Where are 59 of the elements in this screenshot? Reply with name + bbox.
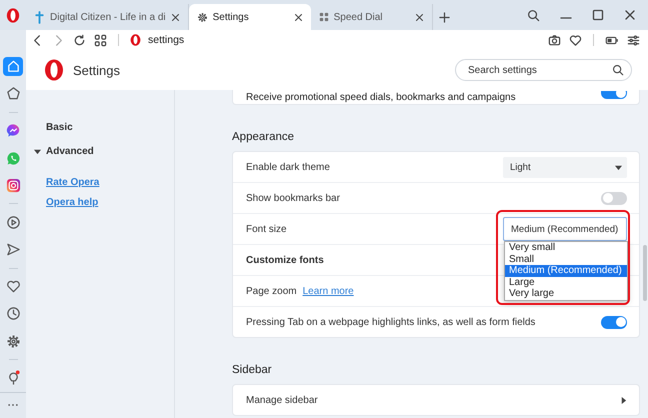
toggle-switch[interactable] [601,90,627,98]
clock-icon [6,306,20,322]
pentagon-icon [6,86,20,102]
learn-more-link[interactable]: Learn more [302,286,354,296]
setting-label: Customize fonts [246,254,324,266]
search-icon[interactable] [527,8,540,22]
close-icon[interactable] [414,12,424,22]
nav-item[interactable]: Basic [46,122,73,132]
close-icon[interactable] [170,12,180,22]
heart-icon[interactable] [569,34,582,46]
setting-label: Page zoom [246,286,297,296]
nav-link[interactable]: Rate Opera [46,177,100,188]
sliders-icon[interactable] [627,34,640,46]
dropdown[interactable]: Light [503,156,627,178]
nav-link[interactable]: Opera help [46,197,98,208]
settings-icon [6,334,20,349]
opera-logo-icon [44,59,64,81]
toggle-switch[interactable] [601,192,627,204]
dropdown-option[interactable]: Medium (Recommended) [505,265,627,277]
send-icon [6,242,20,258]
setting-label: Show bookmarks bar [246,192,340,204]
setting-label: Receive promotional speed dials, bookmarks and campaigns [246,92,516,102]
setting-label: Enable dark theme [246,162,330,172]
plus-icon[interactable] [438,12,450,22]
opera-logo-icon [6,8,20,22]
cross-icon [34,10,45,24]
section-title: Sidebar [232,364,273,376]
opera-logo-icon [130,34,141,46]
caret-right-icon [620,396,627,404]
grid-icon [318,12,329,22]
settings-icon [196,12,208,22]
play-icon [6,214,20,230]
search-icon [612,64,624,76]
caret-down-icon [615,164,622,170]
camera-icon[interactable] [548,34,561,46]
close-icon[interactable] [294,12,303,22]
dropdown[interactable]: Medium (Recommended) [503,217,627,241]
dropdown-option[interactable]: Very small [505,242,627,254]
sidebar-button[interactable] [3,57,23,76]
search-field[interactable]: Search settings [455,59,632,81]
dropdown-option[interactable]: Large [505,276,627,288]
browser-tab[interactable]: Settings [188,4,311,30]
dropdown-option[interactable]: Very large [505,288,627,300]
more-icon[interactable] [7,403,19,408]
address-text[interactable]: settings [148,34,184,46]
dropdown-option[interactable]: Small [505,254,627,266]
nav-item[interactable]: Advanced [46,146,94,156]
setting-label: Manage sidebar [246,394,318,406]
setting-label: Font size [246,224,287,234]
toggle-switch[interactable] [601,316,627,328]
reload-icon[interactable] [73,34,86,46]
setting-label: Pressing Tab on a webpage highlights links, as well as form fields [246,316,536,328]
page-title: Settings [73,62,120,78]
section-title: Appearance [232,131,296,143]
heart-icon [6,279,20,294]
home-icon [6,59,20,74]
close-icon[interactable] [624,9,636,21]
maximize-icon[interactable] [592,9,604,21]
grid-icon[interactable] [94,34,107,46]
